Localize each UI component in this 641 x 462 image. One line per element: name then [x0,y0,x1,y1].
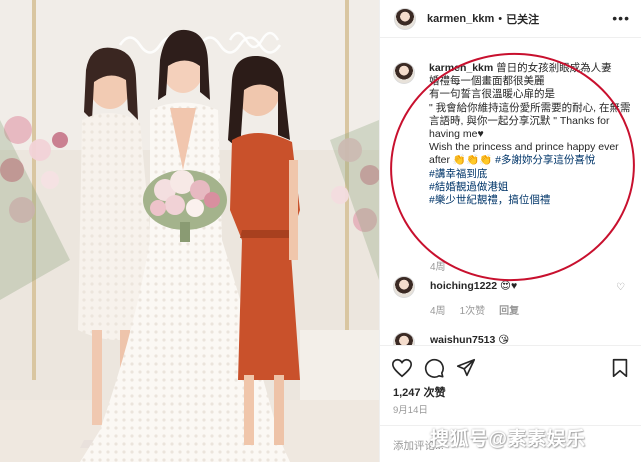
caption-avatar[interactable] [393,62,415,84]
comment-icon[interactable] [423,357,445,379]
caption-line-4: " 我會給你維持這份愛所需要的耐心, 在無需言語時, 與你一起分享沉默 " Th… [429,101,631,141]
more-dots-icon[interactable]: ••• [612,10,630,26]
comment-item: hoiching1222 😍♥ ♡ [393,276,633,298]
comment-text: hoiching1222 😍♥ [430,280,517,292]
header-separator: • [498,12,503,25]
comment-reply-button[interactable]: 回复 [499,302,519,317]
follow-status-button[interactable]: 已关注 [506,11,539,27]
post-header: karmen_kkm • 已关注 ••• [380,0,641,38]
caption-line-1: 曾日的女孩剎眼成為人妻 [496,62,612,74]
share-icon[interactable] [455,357,477,379]
comment-item: waishun7513 😘 [393,332,633,346]
caption-username[interactable]: karmen_kkm [429,62,493,74]
caption-time: 4周 [430,262,446,273]
comment-likes[interactable]: 1次赞 [460,302,486,317]
post-photo[interactable] [0,0,379,462]
caption-text: karmen_kkm 曾日的女孩剎眼成為人妻 婚禮每一個畫面都很美麗 有一句誓言… [429,62,639,207]
hashtag-1[interactable]: #多謝妳分享這份喜悅 [495,154,595,166]
comment-body: 😍♥ [500,280,518,292]
author-avatar[interactable] [394,7,416,30]
author-username[interactable]: karmen_kkm [427,13,494,25]
caption-line-3: 有一句誓言很溫暖心扉的是 [429,88,555,101]
commenter-avatar[interactable] [393,332,415,346]
watermark-text: 搜狐号@素素娱乐 [430,429,586,450]
hashtag-3[interactable]: #結婚靚過做港姐 [429,181,639,194]
action-bar [379,345,641,387]
hashtag-2[interactable]: #講幸福到底 [429,168,639,181]
hashtag-4[interactable]: #樂少世紀靚禮，搞位個禮 [429,194,639,207]
commenter-username[interactable]: hoiching1222 [430,280,497,292]
comment-like-heart-icon[interactable]: ♡ [616,282,625,293]
caption-line-2: 婚禮每一個畫面都很美麗 [429,75,545,88]
bookmark-icon[interactable] [609,357,631,379]
likes-count[interactable]: 1,247 次赞 [393,384,446,400]
post-date: 9月14日 [393,405,428,416]
commenter-avatar[interactable] [393,276,415,298]
heart-icon[interactable] [391,357,413,379]
comment-meta: 4周 1次赞 回复 [430,302,519,317]
wedding-photo-illustration [0,0,379,462]
comment-time: 4周 [430,306,446,317]
